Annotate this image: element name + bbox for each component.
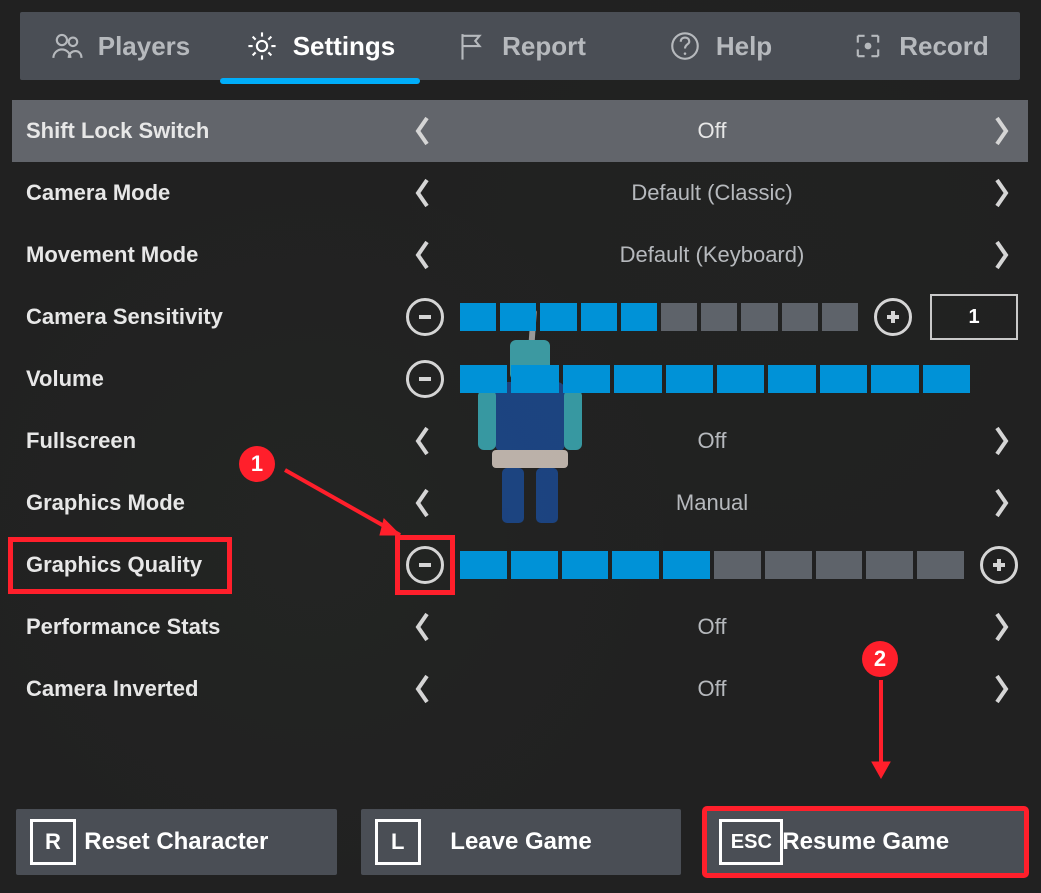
volume-bar[interactable]: [460, 365, 970, 393]
perf-value: Off: [448, 614, 976, 640]
callout-box-graphics-quality: [8, 537, 232, 594]
sensitivity-bar[interactable]: [460, 303, 858, 331]
reset-character-button[interactable]: R Reset Character: [16, 809, 337, 875]
label-movement-mode: Movement Mode: [26, 242, 406, 268]
camera-mode-value: Default (Classic): [448, 180, 976, 206]
row-shift-lock: Shift Lock Switch Off: [12, 100, 1028, 162]
reset-character-label: Reset Character: [84, 828, 268, 856]
sensitivity-minus[interactable]: [406, 298, 444, 336]
bottom-bar: R Reset Character L Leave Game ESC Resum…: [16, 809, 1026, 875]
tab-players-label: Players: [98, 31, 191, 62]
label-camera-inverted: Camera Inverted: [26, 676, 406, 702]
row-camera-mode: Camera Mode Default (Classic): [12, 162, 1028, 224]
shift-lock-prev[interactable]: [406, 114, 440, 148]
callout-2: 2: [862, 641, 898, 677]
label-volume: Volume: [26, 366, 406, 392]
sensitivity-plus[interactable]: [874, 298, 912, 336]
gear-icon: [245, 29, 279, 63]
record-icon: [851, 29, 885, 63]
shift-lock-value: Off: [448, 118, 976, 144]
row-camera-sensitivity: Camera Sensitivity: [12, 286, 1028, 348]
cam-inv-next[interactable]: [984, 672, 1018, 706]
label-graphics-mode: Graphics Mode: [26, 490, 406, 516]
fullscreen-prev[interactable]: [406, 424, 440, 458]
settings-list: Shift Lock Switch Off Camera Mode Defaul…: [12, 100, 1028, 720]
label-camera-mode: Camera Mode: [26, 180, 406, 206]
row-fullscreen: Fullscreen Off: [12, 410, 1028, 472]
gfx-mode-next[interactable]: [984, 486, 1018, 520]
tab-players[interactable]: Players: [20, 12, 220, 80]
camera-mode-prev[interactable]: [406, 176, 440, 210]
row-graphics-mode: Graphics Mode Manual: [12, 472, 1028, 534]
tab-settings-label: Settings: [293, 31, 396, 62]
row-volume: Volume: [12, 348, 1028, 410]
leave-game-label: Leave Game: [450, 828, 591, 856]
tab-report-label: Report: [502, 31, 586, 62]
tab-settings[interactable]: Settings: [220, 12, 420, 80]
gfx-quality-minus[interactable]: [406, 546, 444, 584]
label-shift-lock: Shift Lock Switch: [26, 118, 406, 144]
leave-game-button[interactable]: L Leave Game: [361, 809, 682, 875]
sensitivity-input[interactable]: [930, 294, 1018, 340]
label-fullscreen: Fullscreen: [26, 428, 406, 454]
fullscreen-value: Off: [448, 428, 976, 454]
key-r: R: [30, 819, 76, 865]
callout-1: 1: [239, 446, 275, 482]
movement-prev[interactable]: [406, 238, 440, 272]
key-l: L: [375, 819, 421, 865]
resume-game-label: Resume Game: [782, 828, 949, 856]
cam-inv-prev[interactable]: [406, 672, 440, 706]
perf-prev[interactable]: [406, 610, 440, 644]
volume-minus[interactable]: [406, 360, 444, 398]
tab-report[interactable]: Report: [420, 12, 620, 80]
fullscreen-next[interactable]: [984, 424, 1018, 458]
shift-lock-next[interactable]: [984, 114, 1018, 148]
players-icon: [50, 29, 84, 63]
tab-help-label: Help: [716, 31, 772, 62]
tab-record-label: Record: [899, 31, 989, 62]
gfx-mode-prev[interactable]: [406, 486, 440, 520]
flag-icon: [454, 29, 488, 63]
label-camera-sensitivity: Camera Sensitivity: [26, 304, 406, 330]
tab-help[interactable]: Help: [620, 12, 820, 80]
perf-next[interactable]: [984, 610, 1018, 644]
resume-game-button[interactable]: ESC Resume Game: [705, 809, 1026, 875]
movement-next[interactable]: [984, 238, 1018, 272]
key-esc: ESC: [719, 819, 783, 865]
help-icon: [668, 29, 702, 63]
movement-value: Default (Keyboard): [448, 242, 976, 268]
gfx-mode-value: Manual: [448, 490, 976, 516]
camera-mode-next[interactable]: [984, 176, 1018, 210]
label-performance-stats: Performance Stats: [26, 614, 406, 640]
cam-inv-value: Off: [448, 676, 976, 702]
gfx-quality-plus[interactable]: [980, 546, 1018, 584]
tab-record[interactable]: Record: [820, 12, 1020, 80]
gfx-quality-bar[interactable]: [460, 551, 964, 579]
row-movement-mode: Movement Mode Default (Keyboard): [12, 224, 1028, 286]
tab-bar: Players Settings Report Help Record: [20, 12, 1020, 80]
